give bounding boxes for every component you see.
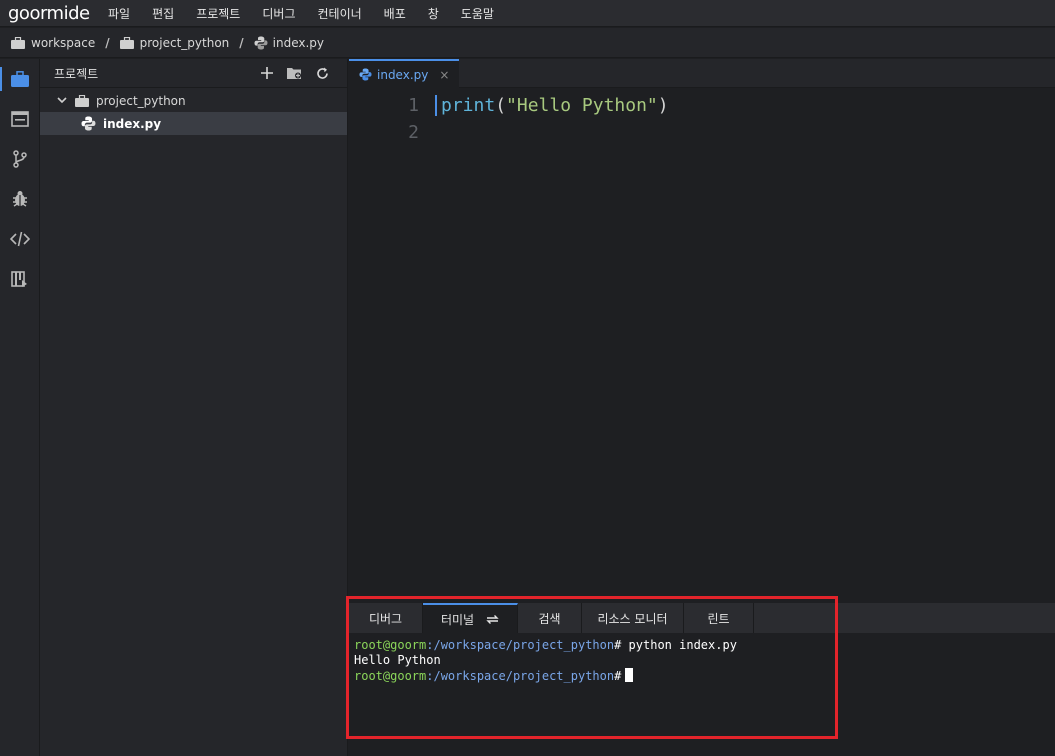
code-line: 2	[349, 119, 1055, 146]
code-paren: (	[495, 95, 507, 116]
briefcase-icon	[119, 36, 134, 49]
tree-folder-label: project_python	[96, 93, 186, 108]
tab-debug-label: 디버그	[368, 611, 403, 626]
breadcrumb-workspace[interactable]: workspace	[11, 36, 95, 50]
menu-debug[interactable]: 디버그	[262, 5, 295, 22]
tab-index-py[interactable]: index.py ×	[349, 59, 460, 88]
code-editor: index.py × 1 print("Hello Python") 2	[349, 59, 1055, 596]
tab-label: index.py	[377, 67, 429, 82]
code-icon[interactable]	[0, 219, 40, 259]
activity-bar	[0, 59, 40, 756]
terminal[interactable]: root@goorm:/workspace/project_python# py…	[349, 633, 1055, 684]
project-icon[interactable]	[0, 59, 40, 99]
close-icon[interactable]: ×	[439, 68, 449, 82]
tab-resource-monitor-label: 리소스 모니터	[597, 611, 668, 626]
panel-tabs: 디버그 터미널 검색 리소스 모니터 린트	[349, 603, 1055, 633]
breadcrumb-project[interactable]: project_python	[119, 35, 230, 50]
menu-file[interactable]: 파일	[108, 5, 130, 22]
breadcrumb: workspace / project_python / index.py	[0, 28, 1055, 58]
terminal-prompt: #	[614, 669, 622, 683]
tree-file-label: index.py	[103, 116, 162, 131]
code-keyword: print	[441, 95, 496, 116]
new-folder-icon[interactable]	[287, 67, 302, 79]
breadcrumb-separator: /	[239, 35, 244, 50]
code-string: "Hello Python"	[506, 95, 658, 116]
line-number: 1	[408, 95, 419, 116]
python-icon	[359, 68, 372, 81]
terminal-cursor	[625, 668, 634, 682]
tab-search[interactable]: 검색	[518, 603, 582, 633]
python-icon	[81, 116, 96, 131]
goormide-logo[interactable]: goormide	[0, 3, 108, 24]
tab-terminal[interactable]: 터미널	[423, 603, 518, 633]
menu-help[interactable]: 도움말	[461, 5, 494, 22]
tree-folder[interactable]: project_python	[40, 89, 347, 112]
git-icon[interactable]	[0, 139, 40, 179]
terminal-user: root@goorm	[354, 638, 427, 652]
tab-lint-label: 린트	[707, 611, 730, 626]
menu-project[interactable]: 프로젝트	[196, 5, 240, 22]
tree-file[interactable]: index.py	[40, 112, 347, 135]
terminal-path: :/workspace/project_python	[426, 669, 615, 683]
editor-tabstrip: index.py ×	[349, 59, 1055, 88]
breadcrumb-file-label: index.py	[272, 35, 325, 50]
terminal-user: root@goorm	[354, 669, 427, 683]
refresh-icon[interactable]	[316, 67, 329, 80]
console-icon[interactable]	[0, 99, 40, 139]
menu-deploy[interactable]: 배포	[384, 5, 406, 22]
add-icon[interactable]	[261, 67, 273, 79]
sync-icon[interactable]	[486, 614, 499, 625]
python-icon	[254, 36, 268, 49]
explorer-header: 프로젝트	[40, 59, 347, 88]
bookmark-icon[interactable]	[0, 259, 40, 299]
tab-debug[interactable]: 디버그	[349, 603, 423, 633]
terminal-path: :/workspace/project_python	[426, 638, 615, 652]
chevron-down-icon	[57, 97, 67, 104]
terminal-command: python index.py	[621, 638, 737, 652]
briefcase-icon	[11, 36, 25, 49]
tab-search-label: 검색	[538, 611, 561, 626]
breadcrumb-project-label: project_python	[139, 35, 230, 50]
bottom-panel: 디버그 터미널 검색 리소스 모니터 린트 root@goorm:/worksp…	[349, 603, 1055, 756]
terminal-output: Hello Python	[354, 653, 441, 667]
menubar: goormide 파일 편집 프로젝트 디버그 컨테이너 배포 창 도움말	[0, 0, 1055, 27]
explorer-title: 프로젝트	[54, 66, 99, 81]
breadcrumb-file[interactable]: index.py	[254, 36, 324, 50]
breadcrumb-workspace-label: workspace	[31, 35, 96, 50]
tab-terminal-label: 터미널	[440, 612, 475, 627]
terminal-line: root@goorm:/workspace/project_python# py…	[354, 638, 1055, 653]
terminal-line: root@goorm:/workspace/project_python#	[354, 668, 1055, 684]
menu-window[interactable]: 창	[428, 5, 439, 22]
breadcrumb-separator: /	[105, 35, 110, 50]
line-number: 2	[408, 122, 419, 143]
code-text: print("Hello Python")	[435, 95, 669, 116]
code-line: 1 print("Hello Python")	[349, 92, 1055, 119]
code-paren: )	[657, 95, 669, 116]
code-area[interactable]: 1 print("Hello Python") 2	[349, 88, 1055, 146]
tab-resource-monitor[interactable]: 리소스 모니터	[582, 603, 684, 633]
menu-container[interactable]: 컨테이너	[317, 5, 361, 22]
project-explorer: 프로젝트 project_python index.py	[40, 59, 348, 756]
briefcase-icon	[75, 94, 89, 107]
debug-icon[interactable]	[0, 179, 40, 219]
menu-edit[interactable]: 편집	[152, 5, 174, 22]
tab-lint[interactable]: 린트	[684, 603, 754, 633]
